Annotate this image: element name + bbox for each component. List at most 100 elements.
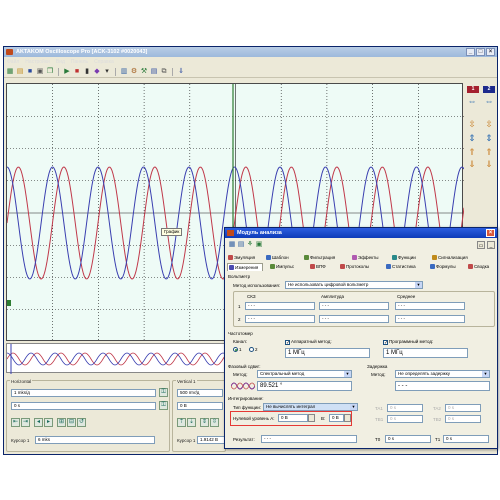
tab-statistics[interactable]: Статистика (385, 263, 416, 271)
tab-filtering[interactable]: Фильтрация (303, 254, 335, 262)
h-left-icon[interactable]: ◂ (34, 418, 43, 427)
channel-offset-marker[interactable] (7, 300, 11, 306)
export-icon[interactable]: ⧉ (160, 68, 168, 76)
v-up-icon[interactable]: ⇡ (177, 418, 186, 427)
tab-pulse[interactable]: Импульс (269, 263, 294, 271)
h-reset-icon[interactable]: ↺ (77, 418, 86, 427)
dialog-close-button[interactable]: × (486, 229, 495, 237)
channel-1-badge[interactable]: 1 (467, 86, 479, 93)
h-zoom-in-icon[interactable]: ⇥ (21, 418, 30, 427)
zero-b-spinner[interactable] (344, 414, 351, 422)
tab-template[interactable]: Шаблон (265, 254, 289, 262)
tab-functions[interactable]: Функции (391, 254, 416, 262)
h-fit-icon[interactable]: ⊞ (57, 418, 66, 427)
dialog-grid-icon[interactable]: ▦ (228, 241, 236, 249)
save-icon[interactable]: ■ (26, 68, 34, 76)
channel-radio-2[interactable]: 2 (249, 347, 258, 352)
dialog-minimize-icon[interactable]: _ (487, 241, 495, 249)
software-method-checkbox[interactable]: ✓Программный метод: (383, 339, 433, 346)
func-type-select[interactable]: Не вычислять интеграл ▼ (263, 403, 358, 411)
ch2-scale-icon[interactable]: ⇕ (483, 133, 495, 143)
v-scale-field[interactable]: 500 mV/д (177, 389, 223, 397)
tab-effects[interactable]: Эффекты (351, 254, 378, 262)
delay-method-select[interactable]: Не определять задержку ▼ (395, 370, 490, 378)
run-icon[interactable]: ▶ (63, 68, 71, 76)
chevron-down-icon[interactable]: ▼ (482, 371, 489, 377)
tab-fft[interactable]: ВПФ (309, 263, 326, 271)
menu-panel[interactable]: Панель (71, 58, 88, 66)
dialog-titlebar[interactable]: Модуль анализа × (225, 228, 497, 238)
chevron-down-icon[interactable]: ▼ (415, 282, 422, 288)
menu-view[interactable]: Вид (56, 58, 65, 66)
single-icon[interactable]: ▮ (83, 68, 91, 76)
v-cursor-field[interactable]: 1.9142 В (197, 436, 225, 444)
h-right-icon[interactable]: ▸ (44, 418, 53, 427)
chevron-down-icon[interactable]: ▼ (344, 371, 351, 377)
tab-emulation[interactable]: Эмуляция (227, 254, 255, 262)
new-icon[interactable]: ▦ (6, 68, 14, 76)
zero-level-a-field[interactable]: 0 В (278, 414, 308, 422)
ch1-up-icon[interactable]: ⇳ (466, 119, 478, 129)
tab-formulas[interactable]: Формулы (429, 263, 456, 271)
h-center-icon[interactable]: ⊟ (67, 418, 76, 427)
tab-summary[interactable]: Сводка (467, 263, 489, 271)
dialog-save-icon[interactable]: ▤ (237, 241, 245, 249)
open-icon[interactable]: ▤ (16, 68, 24, 76)
ch1-pos-up-icon[interactable]: ⇑ (466, 147, 478, 157)
h-offset-lock-icon[interactable]: ⚿ (159, 401, 168, 410)
palette-icon[interactable]: ◆ (93, 68, 101, 76)
stop-icon[interactable]: ■ (73, 68, 81, 76)
tab-protocols[interactable]: Протоколы (339, 263, 369, 271)
template-icon (266, 255, 271, 260)
ch1-pos-down-icon[interactable]: ⇓ (466, 159, 478, 169)
v-offset-field[interactable]: 0 В (177, 402, 223, 410)
print-icon[interactable]: ▣ (36, 68, 44, 76)
v-shrink-icon[interactable]: ⇳ (210, 418, 219, 427)
chevron-down-icon[interactable]: ▼ (350, 404, 357, 410)
channel-2-badge[interactable]: 2 (483, 86, 495, 93)
minimize-button[interactable]: _ (466, 48, 475, 56)
dialog-restore-icon[interactable]: ▭ (477, 241, 485, 249)
shift-left-icon[interactable]: ⇔ (466, 96, 478, 106)
h-cursor-field[interactable]: 6 mks (35, 436, 155, 444)
tab-signaling[interactable]: Сигнализация (431, 254, 468, 262)
frequency-title: Частотомер (228, 331, 253, 336)
close-button[interactable]: × (486, 48, 495, 56)
zero-level-b-field[interactable]: 0 В (329, 414, 344, 422)
phase-method-select[interactable]: Спектральный метод ▼ (257, 370, 352, 378)
v-down-icon[interactable]: ⇣ (187, 418, 196, 427)
menu-file[interactable]: Файл (7, 58, 19, 66)
window-titlebar[interactable]: AKTAKOM Oscilloscope Pro [ACK-3102 #0020… (4, 47, 497, 57)
ch1-scale-icon[interactable]: ⇕ (466, 133, 478, 143)
tb2-field: 0 s (445, 415, 481, 423)
chart-icon[interactable]: ▥ (120, 68, 128, 76)
tools-icon[interactable]: ⚒ (140, 68, 148, 76)
ch2-pos-up-icon[interactable]: ⇑ (483, 147, 495, 157)
channel-radio-1[interactable]: 1 (233, 347, 242, 352)
measure-icon[interactable]: ▤ (150, 68, 158, 76)
voltmeter-title: Вольтметр (228, 274, 251, 279)
tab-measurements[interactable]: Измерения (227, 263, 263, 271)
ch2-pos-down-icon[interactable]: ⇓ (483, 159, 495, 169)
timebase-lock-icon[interactable]: ⚿ (159, 388, 168, 397)
v-expand-icon[interactable]: ⇕ (200, 418, 209, 427)
zero-a-spinner[interactable] (308, 414, 315, 422)
h-zoom-out-icon[interactable]: ⇤ (11, 418, 20, 427)
voltmeter-method-select[interactable]: Не использовать цифровой вольтметр ▼ (285, 281, 423, 289)
ch2-up-icon[interactable]: ⇳ (483, 119, 495, 129)
h-offset-field[interactable]: 0 s (11, 402, 156, 410)
dialog-pin-icon[interactable]: ⚘ (246, 241, 254, 249)
menu-settings[interactable]: Настройки (25, 58, 50, 66)
hardware-method-checkbox[interactable]: ✓Аппаратный метод: (285, 339, 332, 346)
calibrate-icon[interactable]: ⚙ (130, 68, 138, 76)
copy-icon[interactable]: ❐ (46, 68, 54, 76)
timebase-field[interactable]: 1 mks/д (11, 389, 156, 397)
dropdown-icon[interactable]: ▾ (103, 68, 111, 76)
download-icon[interactable]: ⇓ (177, 68, 185, 76)
menu-help[interactable]: Справка (94, 58, 114, 66)
shift-right-icon[interactable]: ⇔ (483, 96, 495, 106)
dialog-app-icon (227, 230, 234, 236)
dialog-chart-icon[interactable]: ▣ (255, 241, 263, 249)
voltmeter-r1-mean: - - - (395, 302, 465, 310)
maximize-button[interactable]: □ (476, 48, 485, 56)
